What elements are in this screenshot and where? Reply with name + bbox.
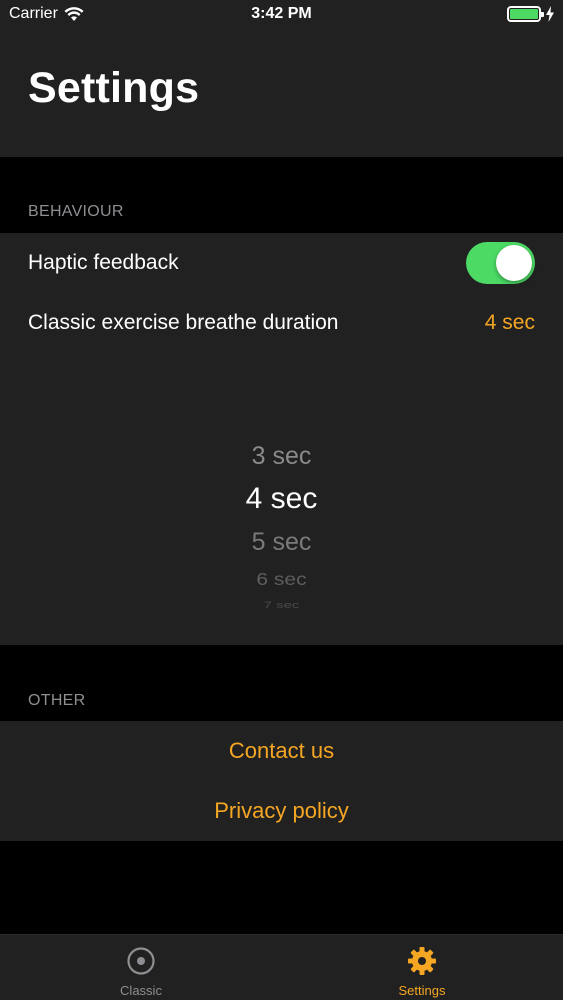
haptic-feedback-label: Haptic feedback — [28, 251, 179, 274]
section-header-other: OTHER — [28, 692, 86, 709]
tab-settings-label: Settings — [398, 983, 446, 998]
picker-option[interactable]: 3 sec — [0, 442, 563, 471]
toggle-knob — [496, 245, 532, 281]
contact-us-button[interactable]: Contact us — [0, 722, 563, 780]
breathe-duration-row[interactable]: Classic exercise breathe duration 4 sec — [0, 294, 563, 352]
section-header-behaviour: BEHAVIOUR — [28, 203, 124, 220]
breathe-duration-value: 4 sec — [484, 311, 535, 334]
battery-icon — [507, 6, 544, 22]
target-circle-icon — [127, 947, 155, 975]
haptic-feedback-toggle[interactable] — [466, 242, 535, 284]
tab-classic-label: Classic — [120, 983, 162, 998]
status-time: 3:42 PM — [251, 5, 312, 22]
haptic-feedback-row: Haptic feedback — [0, 234, 563, 292]
duration-picker[interactable]: 3 sec 4 sec 5 sec 6 sec 7 sec — [0, 380, 563, 640]
tab-bar: Classic Settings — [0, 934, 563, 1000]
status-right — [507, 6, 555, 22]
tab-settings[interactable]: Settings — [281, 935, 563, 1000]
charging-bolt-icon — [546, 6, 554, 22]
picker-option[interactable]: 5 sec — [0, 528, 563, 557]
privacy-policy-button[interactable]: Privacy policy — [0, 782, 563, 840]
picker-option[interactable]: 6 sec — [0, 570, 563, 590]
status-bar: Carrier 3:42 PM — [0, 0, 563, 32]
picker-option[interactable]: 7 sec — [0, 600, 563, 610]
gear-icon — [408, 947, 436, 975]
breathe-duration-label: Classic exercise breathe duration — [28, 311, 339, 334]
tab-classic[interactable]: Classic — [0, 935, 282, 1000]
page-title: Settings — [28, 64, 200, 112]
picker-option-selected[interactable]: 4 sec — [0, 482, 563, 516]
